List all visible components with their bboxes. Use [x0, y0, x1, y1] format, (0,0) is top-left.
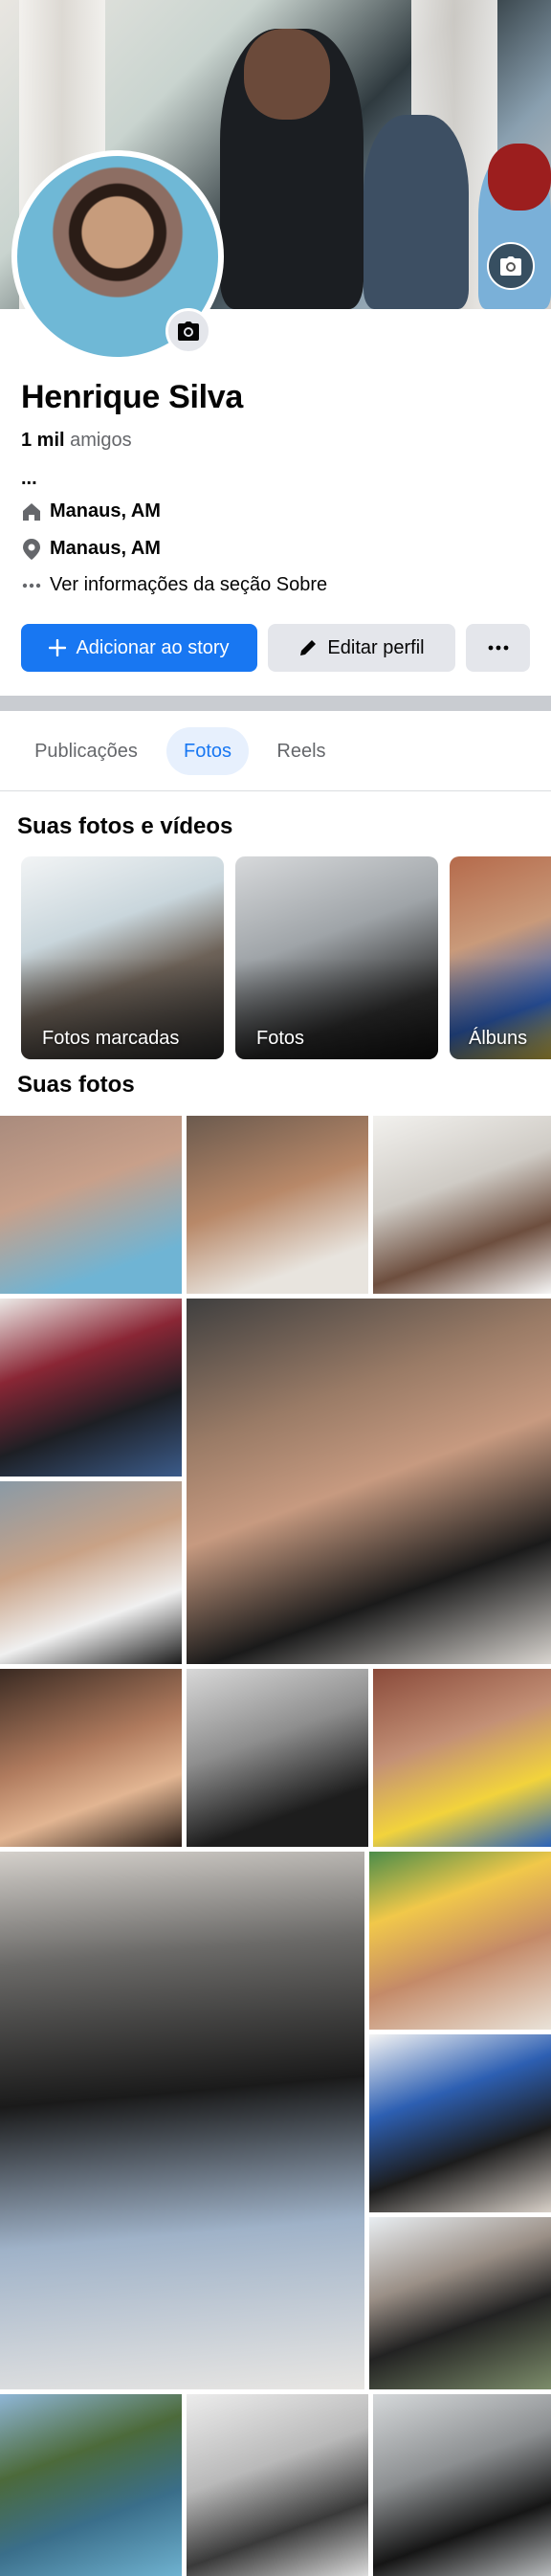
- add-story-label: Adicionar ao story: [76, 636, 230, 658]
- edit-profile-label: Editar perfil: [327, 636, 425, 658]
- hometown-row: Manaus, AM: [21, 500, 161, 522]
- profile-bio: ...: [21, 468, 37, 489]
- about-link[interactable]: Ver informações da seção Sobre: [21, 574, 327, 596]
- photo-thumbnail[interactable]: [187, 1116, 368, 1294]
- photo-thumbnail[interactable]: [187, 1669, 368, 1847]
- ellipsis-icon: [488, 645, 508, 651]
- photo-thumbnail[interactable]: [0, 1669, 182, 1847]
- photo-thumbnail[interactable]: [0, 1116, 182, 1294]
- album-label: Álbuns: [469, 1028, 528, 1049]
- tab-fotos[interactable]: Fotos: [166, 727, 249, 775]
- map-pin-icon: [21, 538, 42, 560]
- album-tagged-photos[interactable]: Fotos marcadas: [21, 856, 224, 1059]
- photo-thumbnail[interactable]: [187, 1299, 551, 1664]
- photo-thumbnail[interactable]: [373, 2394, 551, 2576]
- photo-thumbnail[interactable]: [0, 2394, 182, 2576]
- pencil-icon: [300, 640, 317, 655]
- profile-tabs: Publicações Fotos Reels: [0, 723, 551, 781]
- house-icon: [21, 501, 42, 522]
- photo-thumbnail[interactable]: [0, 1852, 364, 2389]
- photo-thumbnail[interactable]: [369, 2034, 551, 2212]
- album-albums[interactable]: Álbuns: [450, 856, 551, 1059]
- photo-thumbnail[interactable]: [373, 1669, 551, 1847]
- city-row: Manaus, AM: [21, 538, 161, 560]
- avatar-camera-button[interactable]: [165, 308, 211, 354]
- city-text: Manaus, AM: [50, 538, 161, 559]
- about-link-label: Ver informações da seção Sobre: [50, 574, 328, 595]
- photo-thumbnail[interactable]: [187, 2394, 368, 2576]
- photo-thumbnail[interactable]: [373, 1116, 551, 1294]
- album-label: Fotos marcadas: [42, 1028, 180, 1049]
- friends-count-value: 1 mil: [21, 430, 65, 451]
- hometown-text: Manaus, AM: [50, 500, 161, 522]
- your-photos-title: Suas fotos: [17, 1072, 135, 1098]
- edit-profile-button[interactable]: Editar perfil: [268, 624, 455, 672]
- friends-label: amigos: [70, 430, 132, 451]
- album-label: Fotos: [256, 1028, 305, 1049]
- tabs-divider: [0, 790, 551, 791]
- album-photos[interactable]: Fotos: [235, 856, 438, 1059]
- tab-publicacoes[interactable]: Publicações: [19, 727, 153, 775]
- profile-name: Henrique Silva: [21, 379, 243, 415]
- cover-camera-button[interactable]: [487, 242, 535, 290]
- camera-icon: [500, 256, 521, 276]
- ellipsis-icon: [21, 575, 42, 596]
- photo-thumbnail[interactable]: [369, 1852, 551, 2030]
- friends-count[interactable]: 1 mil amigos: [21, 430, 132, 452]
- more-options-button[interactable]: [466, 624, 530, 672]
- section-divider: [0, 696, 551, 711]
- plus-icon: [49, 639, 67, 656]
- camera-icon: [178, 322, 199, 341]
- photos-videos-title: Suas fotos e vídeos: [17, 813, 233, 839]
- add-story-button[interactable]: Adicionar ao story: [21, 624, 257, 672]
- tab-reels[interactable]: Reels: [262, 727, 341, 775]
- photo-thumbnail[interactable]: [0, 1299, 182, 1477]
- photo-thumbnail[interactable]: [0, 1481, 182, 1664]
- photo-thumbnail[interactable]: [369, 2217, 551, 2389]
